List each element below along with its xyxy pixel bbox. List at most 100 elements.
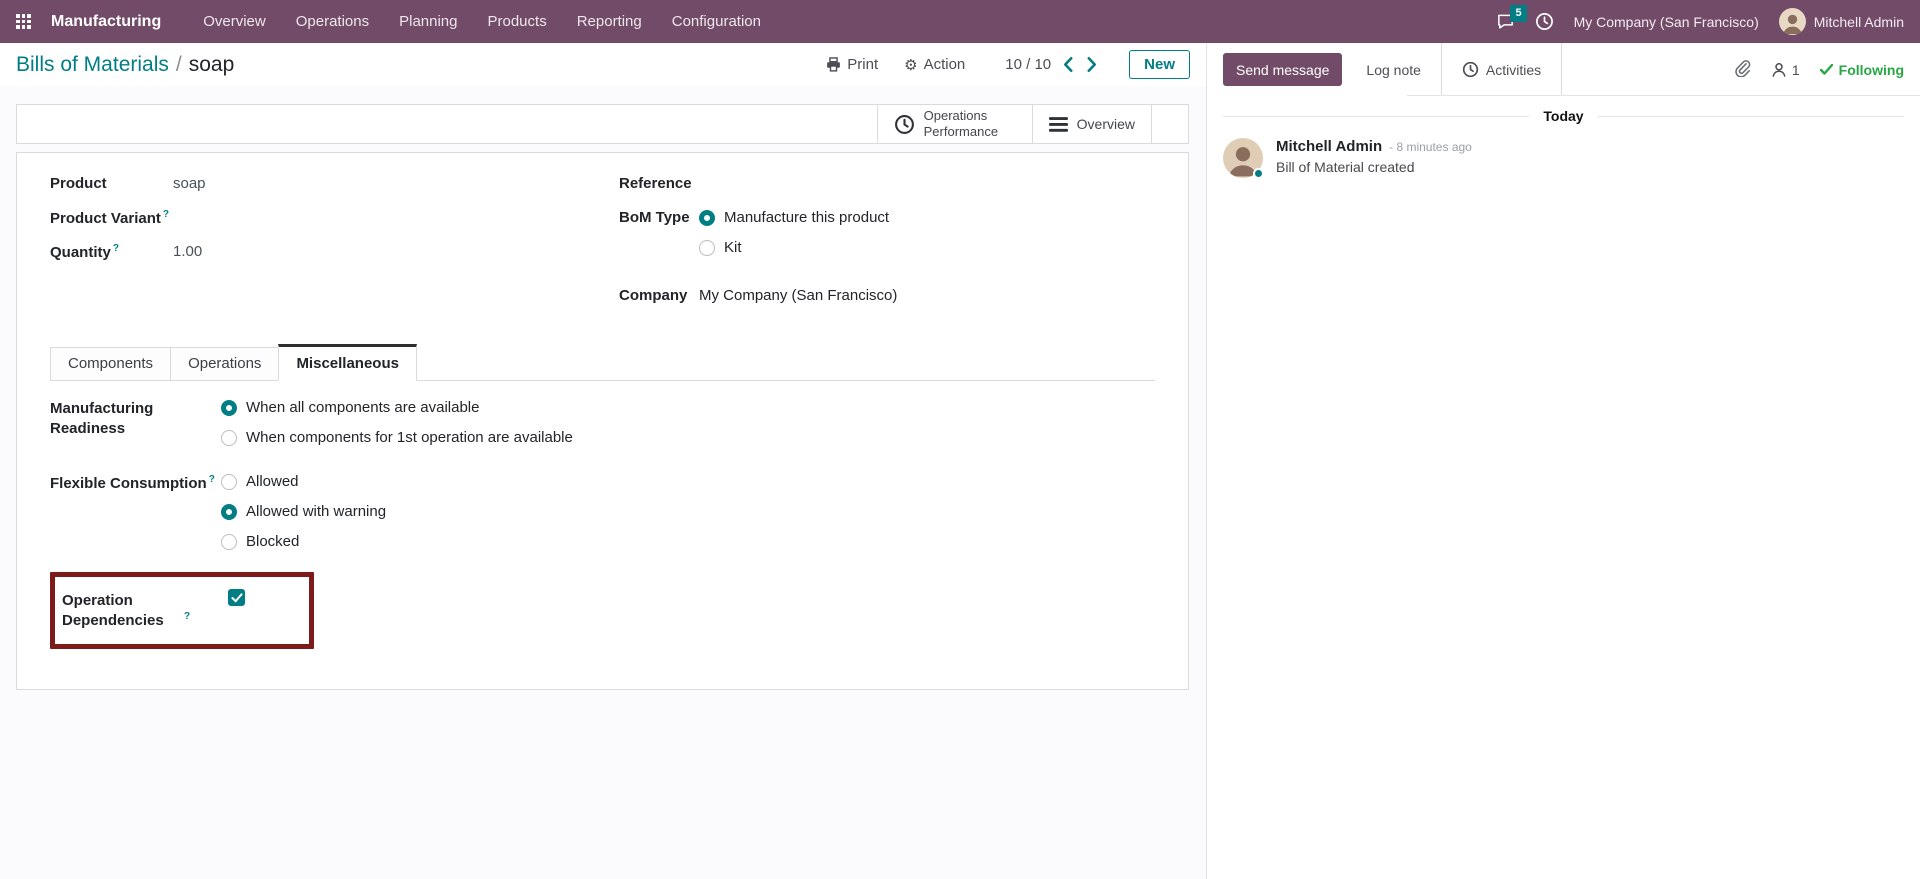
user-name: Mitchell Admin	[1813, 13, 1904, 30]
form-pane: Bills of Materials / soap Print ⚙ Action…	[0, 43, 1206, 879]
messages-count-badge: 5	[1510, 5, 1527, 22]
message-thread: Today Mitchell Admin - 8 minutes ago Bil…	[1207, 96, 1920, 188]
check-icon	[1819, 64, 1833, 75]
radio-blocked[interactable]: Blocked	[221, 533, 386, 550]
field-product: Product soap	[50, 175, 619, 194]
field-manufacturing-readiness: Manufacturing Readiness When all compone…	[50, 397, 1155, 459]
radio-selected-icon	[221, 503, 237, 520]
overview-button[interactable]: Overview	[1031, 105, 1152, 143]
following-button[interactable]: Following	[1819, 62, 1904, 78]
company-switcher[interactable]: My Company (San Francisco)	[1574, 14, 1759, 30]
nav-item-reporting[interactable]: Reporting	[577, 13, 642, 30]
app-name[interactable]: Manufacturing	[51, 13, 161, 31]
field-quantity: Quantity? 1.00	[50, 243, 619, 262]
tab-components[interactable]: Components	[50, 347, 172, 381]
tab-miscellaneous[interactable]: Miscellaneous	[278, 344, 417, 381]
divider	[1440, 43, 1442, 96]
field-reference: Reference	[619, 175, 1155, 194]
reference-label: Reference	[619, 175, 692, 192]
chatter-header: Send message Log note Activities 1 Follo…	[1207, 43, 1920, 96]
hamburger-icon	[1048, 116, 1068, 132]
form-content-area: Operations Performance Overview Product …	[0, 86, 1206, 879]
breadcrumb-current: soap	[188, 52, 235, 76]
radio-unselected-icon	[221, 473, 237, 490]
breadcrumb: Bills of Materials / soap	[16, 53, 234, 77]
quantity-value[interactable]: 1.00	[173, 243, 202, 260]
attachments-button[interactable]	[1733, 59, 1751, 81]
radio-unselected-icon	[221, 429, 237, 446]
manufacturing-readiness-label: Manufacturing Readiness	[50, 400, 154, 438]
stat-button-box: Operations Performance Overview	[16, 104, 1189, 144]
user-menu[interactable]: Mitchell Admin	[1778, 8, 1904, 35]
clock-icon	[894, 114, 914, 134]
nav-item-planning[interactable]: Planning	[399, 13, 457, 30]
field-company: Company My Company (San Francisco)	[619, 287, 1155, 306]
radio-manufacture-this-product[interactable]: Manufacture this product	[699, 209, 889, 226]
miscellaneous-tab-content: Manufacturing Readiness When all compone…	[17, 381, 1188, 649]
radio-kit[interactable]: Kit	[699, 239, 889, 256]
followers-button[interactable]: 1	[1771, 62, 1800, 78]
product-variant-label: Product Variant?	[50, 209, 169, 227]
nav-menu: Overview Operations Planning Products Re…	[203, 13, 761, 30]
top-navbar: Manufacturing Overview Operations Planni…	[0, 0, 1920, 43]
message-author[interactable]: Mitchell Admin	[1276, 138, 1382, 155]
quantity-label: Quantity?	[50, 243, 119, 261]
clock-icon	[1462, 61, 1479, 78]
radio-when-components-1st-operation[interactable]: When components for 1st operation are av…	[221, 429, 573, 446]
nav-item-configuration[interactable]: Configuration	[672, 13, 761, 30]
product-value[interactable]: soap	[173, 175, 206, 192]
radio-unselected-icon	[699, 239, 715, 256]
breadcrumb-separator: /	[175, 52, 182, 76]
send-message-button[interactable]: Send message	[1223, 53, 1343, 86]
online-status-dot	[1253, 168, 1264, 179]
operations-performance-button[interactable]: Operations Performance	[876, 105, 1032, 143]
apps-menu-icon[interactable]	[16, 14, 31, 29]
operation-dependencies-label: Operation Dependencies?	[62, 592, 191, 630]
chatter-panel: Send message Log note Activities 1 Follo…	[1206, 43, 1920, 879]
activities-button[interactable]: Activities	[1458, 51, 1545, 88]
followers-count: 1	[1791, 61, 1800, 78]
gear-icon: ⚙	[904, 56, 918, 74]
company-value[interactable]: My Company (San Francisco)	[699, 287, 897, 304]
field-product-variant: Product Variant?	[50, 209, 619, 228]
paperclip-icon	[1735, 59, 1751, 78]
operation-dependencies-highlight-box: Operation Dependencies?	[50, 572, 314, 649]
log-note-button[interactable]: Log note	[1362, 51, 1425, 88]
message-timestamp: - 8 minutes ago	[1389, 140, 1472, 154]
help-icon[interactable]: ?	[184, 611, 190, 622]
messages-icon[interactable]: 5	[1496, 5, 1527, 31]
nav-item-operations[interactable]: Operations	[296, 13, 369, 30]
nav-item-products[interactable]: Products	[488, 13, 547, 30]
new-button[interactable]: New	[1129, 50, 1190, 79]
radio-allowed[interactable]: Allowed	[221, 473, 386, 490]
printer-icon	[827, 57, 841, 72]
pager-count: 10 / 10	[1005, 56, 1052, 73]
operation-dependencies-checkbox[interactable]	[228, 589, 245, 606]
breadcrumb-root-link[interactable]: Bills of Materials	[16, 53, 169, 77]
radio-allowed-with-warning[interactable]: Allowed with warning	[221, 503, 386, 520]
pager-previous-icon[interactable]	[1061, 55, 1075, 74]
help-icon[interactable]: ?	[113, 243, 119, 254]
product-label: Product	[50, 175, 107, 192]
radio-selected-icon	[699, 209, 715, 226]
control-panel: Bills of Materials / soap Print ⚙ Action…	[0, 43, 1206, 86]
flexible-consumption-label: Flexible Consumption?	[50, 474, 215, 492]
company-label: Company	[619, 287, 688, 304]
radio-selected-icon	[221, 399, 237, 416]
nav-item-overview[interactable]: Overview	[203, 13, 266, 30]
divider	[1561, 43, 1563, 96]
check-icon	[230, 592, 243, 603]
activities-clock-icon[interactable]	[1535, 12, 1554, 31]
radio-when-all-components-available[interactable]: When all components are available	[221, 399, 573, 416]
action-button[interactable]: ⚙ Action	[904, 56, 965, 74]
help-icon[interactable]: ?	[209, 474, 215, 485]
pager-next-icon[interactable]	[1085, 55, 1099, 74]
field-flexible-consumption: Flexible Consumption? Allowed Allowed wi…	[50, 471, 1155, 563]
user-avatar	[1778, 8, 1806, 35]
tab-operations[interactable]: Operations	[170, 347, 280, 381]
message-body: Bill of Material created	[1276, 159, 1415, 175]
print-button[interactable]: Print	[826, 56, 878, 73]
help-icon[interactable]: ?	[163, 209, 169, 220]
person-icon	[1772, 62, 1786, 77]
date-divider-label: Today	[1543, 108, 1584, 124]
